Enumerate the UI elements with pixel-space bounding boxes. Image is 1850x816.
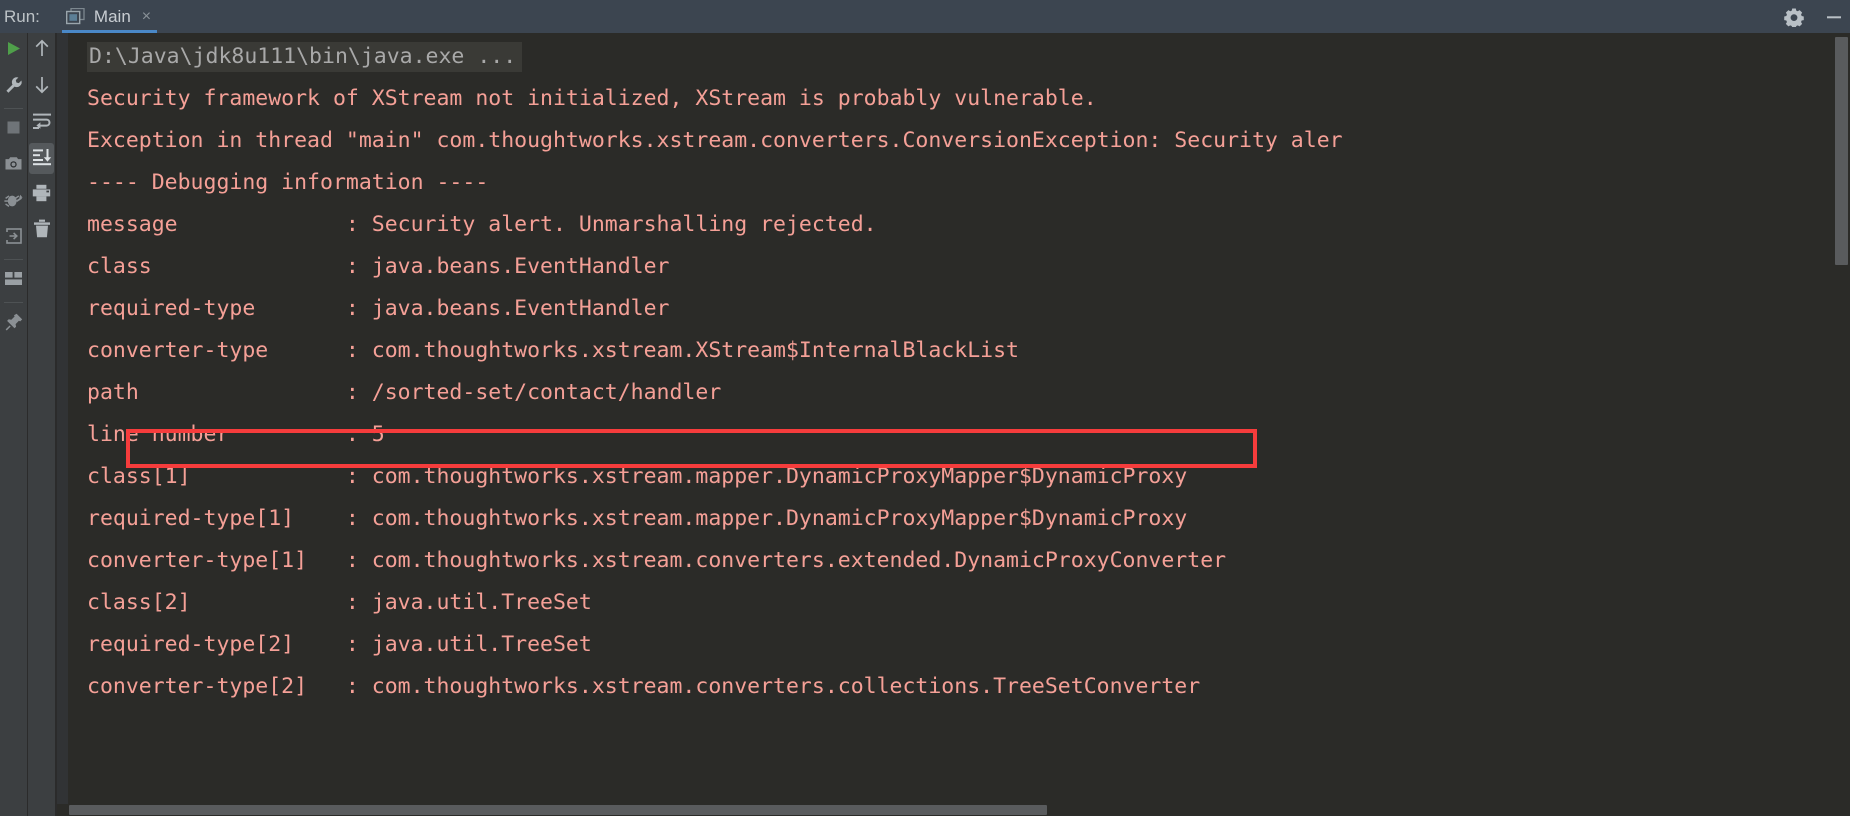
close-icon[interactable]: × — [142, 8, 151, 25]
console-line-text: ---- Debugging information ---- — [87, 170, 489, 195]
console-line: Exception in thread "main" com.thoughtwo… — [68, 120, 1850, 162]
next-occurrence-button[interactable] — [28, 69, 55, 105]
console-line-text: class : java.beans.EventHandler — [87, 254, 670, 279]
console-line-text: Exception in thread "main" com.thoughtwo… — [87, 128, 1343, 153]
vertical-scrollbar-thumb[interactable] — [1835, 37, 1848, 265]
settings-wrench-button[interactable] — [0, 69, 27, 105]
console-text[interactable]: D:\Java\jdk8u111\bin\java.exe ... Securit… — [68, 33, 1850, 708]
console-line-text: converter-type[2] : com.thoughtworks.xst… — [87, 674, 1201, 699]
arrow-up-icon — [33, 39, 51, 63]
console-line-text: converter-type[1] : com.thoughtworks.xst… — [87, 548, 1227, 573]
console-line: converter-type[1] : com.thoughtworks.xst… — [68, 540, 1850, 582]
horizontal-scrollbar[interactable] — [57, 804, 1850, 816]
run-configuration-icon — [65, 7, 85, 25]
tab-main-label: Main — [93, 6, 131, 26]
console-line-text: line number : 5 — [87, 422, 385, 447]
trash-icon — [33, 219, 51, 243]
wrench-icon — [5, 76, 23, 99]
console-line: D:\Java\jdk8u111\bin\java.exe ... — [68, 36, 1850, 78]
print-button[interactable] — [28, 177, 55, 213]
console-line-text: required-type[2] : java.util.TreeSet — [87, 632, 592, 657]
console-line-text: required-type[1] : com.thoughtworks.xstr… — [87, 506, 1188, 531]
debug-button[interactable] — [0, 184, 27, 220]
console-output-panel[interactable]: D:\Java\jdk8u111\bin\java.exe ... Securit… — [57, 33, 1850, 816]
console-line-text: message : Security alert. Unmarshalling … — [87, 212, 877, 237]
console-line: required-type[1] : com.thoughtworks.xstr… — [68, 498, 1850, 540]
pin-button[interactable] — [0, 306, 27, 342]
header-actions — [1784, 0, 1844, 33]
console-line: converter-type : com.thoughtworks.xstrea… — [68, 330, 1850, 372]
console-line-text: Security framework of XStream not initia… — [87, 86, 1097, 111]
console-line: Security framework of XStream not initia… — [68, 78, 1850, 120]
toolbar-divider-3 — [4, 302, 23, 303]
stop-square-icon — [5, 119, 22, 141]
screenshot-button[interactable] — [0, 148, 27, 184]
tab-main[interactable]: Main × — [61, 0, 158, 33]
arrow-down-icon — [33, 75, 51, 99]
console-line: message : Security alert. Unmarshalling … — [68, 204, 1850, 246]
rerun-button[interactable] — [0, 33, 27, 69]
console-line-text: required-type : java.beans.EventHandler — [87, 296, 670, 321]
console-line: class : java.beans.EventHandler — [68, 246, 1850, 288]
console-line: required-type : java.beans.EventHandler — [68, 288, 1850, 330]
run-label: Run: — [4, 6, 40, 26]
play-icon — [5, 40, 22, 62]
console-line: line number : 5 — [68, 414, 1850, 456]
bug-icon — [4, 191, 23, 214]
vertical-scrollbar[interactable] — [1833, 33, 1850, 816]
minimize-icon[interactable] — [1824, 7, 1844, 27]
soft-wrap-button[interactable] — [28, 105, 55, 141]
console-line: required-type[2] : java.util.TreeSet — [68, 624, 1850, 666]
prev-occurrence-button[interactable] — [28, 33, 55, 69]
console-line-text: converter-type : com.thoughtworks.xstrea… — [87, 338, 1019, 363]
toolbar-divider-2 — [4, 259, 23, 260]
console-line-text: D:\Java\jdk8u111\bin\java.exe ... — [87, 42, 523, 72]
scroll-to-end-icon — [32, 148, 52, 171]
gear-icon[interactable] — [1784, 7, 1804, 28]
layout-button[interactable] — [0, 263, 27, 299]
console-line: path : /sorted-set/contact/handler — [68, 372, 1850, 414]
horizontal-scrollbar-thumb[interactable] — [69, 805, 1047, 815]
console-actions-toolbar — [28, 33, 55, 816]
attach-arrow-icon — [4, 227, 23, 250]
console-line: class[2] : java.util.TreeSet — [68, 582, 1850, 624]
scroll-to-end-button[interactable] — [28, 141, 55, 177]
run-actions-toolbar — [0, 33, 27, 816]
printer-icon — [32, 184, 51, 207]
clear-all-button[interactable] — [28, 213, 55, 249]
console-line: ---- Debugging information ---- — [68, 162, 1850, 204]
camera-icon — [4, 155, 23, 177]
layout-icon — [4, 271, 23, 291]
toolbar-divider — [4, 108, 23, 109]
soft-wrap-icon — [32, 112, 52, 135]
console-line-text: class[2] : java.util.TreeSet — [87, 590, 592, 615]
console-line-text: class[1] : com.thoughtworks.xstream.mapp… — [87, 464, 1188, 489]
run-tool-window: Run: Main × D:\Java\jdk8u111\bin\java.ex… — [0, 0, 1850, 816]
console-gutter — [57, 33, 68, 816]
attach-button[interactable] — [0, 220, 27, 256]
stop-button[interactable] — [0, 112, 27, 148]
console-line-text: path : /sorted-set/contact/handler — [87, 380, 722, 405]
pin-icon — [5, 313, 23, 336]
console-line: converter-type[2] : com.thoughtworks.xst… — [68, 666, 1850, 708]
run-window-header: Run: Main × — [0, 0, 1850, 33]
console-line: class[1] : com.thoughtworks.xstream.mapp… — [68, 456, 1850, 498]
